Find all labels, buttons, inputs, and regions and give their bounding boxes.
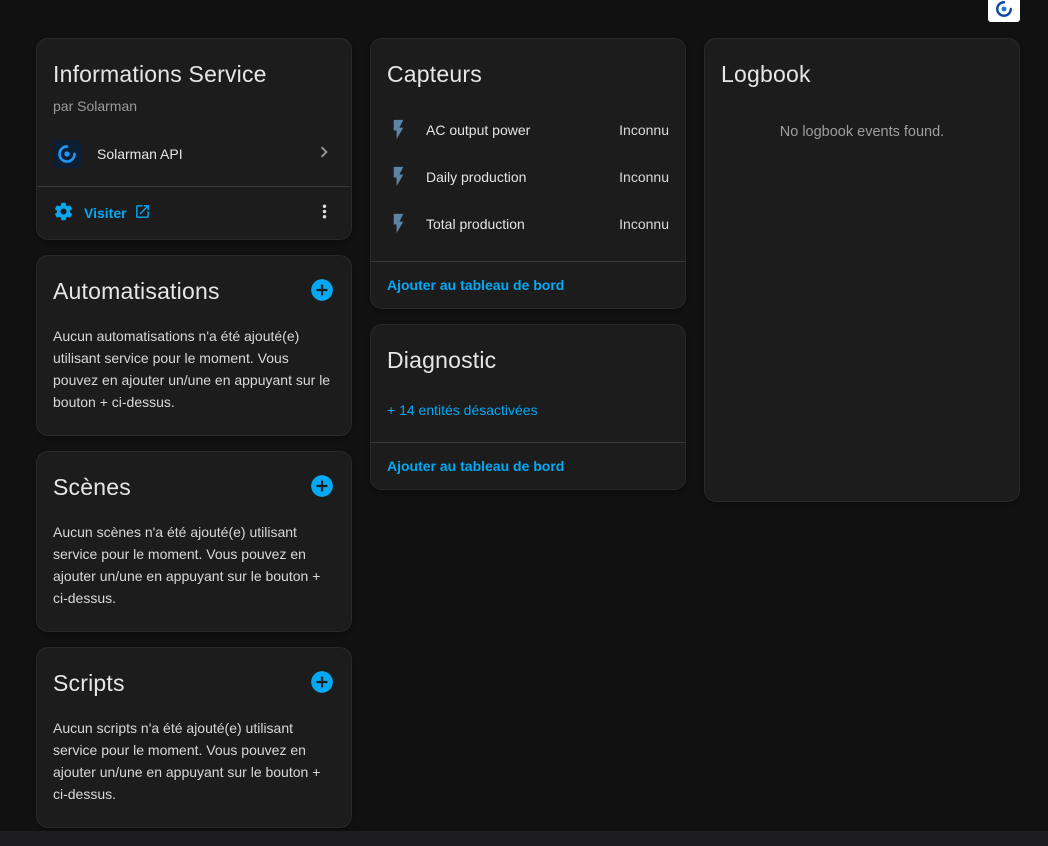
bottom-strip	[0, 831, 1048, 846]
diagnostic-add-to-dashboard-button[interactable]: Ajouter au tableau de bord	[371, 442, 685, 489]
service-info-title: Informations Service	[53, 61, 267, 88]
solarman-logo-icon	[995, 0, 1013, 23]
diagnostic-title: Diagnostic	[387, 347, 496, 374]
plus-circle-icon	[309, 473, 335, 502]
scenes-title: Scènes	[53, 474, 131, 501]
automations-title: Automatisations	[53, 278, 220, 305]
scripts-empty-text: Aucun scripts n'a été ajouté(e) utilisan…	[37, 707, 351, 827]
logbook-header: Logbook	[705, 39, 1019, 98]
scripts-title: Scripts	[53, 670, 125, 697]
automations-card: Automatisations Aucun automatisations n'…	[36, 255, 352, 436]
diagnostic-card: Diagnostic + 14 entités désactivées Ajou…	[370, 324, 686, 490]
integration-row-solarman-api[interactable]: Solarman API	[45, 132, 343, 176]
add-scene-button[interactable]	[309, 475, 335, 501]
plus-circle-icon	[309, 277, 335, 306]
add-script-button[interactable]	[309, 671, 335, 697]
diagnostic-header: Diagnostic	[371, 325, 685, 384]
gear-icon	[53, 201, 74, 225]
service-info-header: Informations Service	[37, 39, 351, 98]
integration-name: Solarman API	[97, 146, 297, 162]
sensor-name: AC output power	[426, 122, 603, 138]
open-in-new-icon	[134, 203, 151, 223]
service-info-subtitle: par Solarman	[37, 98, 351, 114]
logbook-empty-text: No logbook events found.	[705, 98, 1019, 140]
visit-link[interactable]: Visiter	[84, 203, 151, 223]
scenes-empty-text: Aucun scènes n'a été ajouté(e) utilisant…	[37, 511, 351, 631]
add-automation-button[interactable]	[309, 279, 335, 305]
sensor-rows: AC output power Inconnu Daily production…	[371, 98, 685, 261]
flash-icon	[387, 118, 410, 141]
sensor-state: Inconnu	[619, 169, 669, 185]
left-column: Informations Service par Solarman Solarm…	[36, 38, 352, 828]
logbook-card: Logbook No logbook events found.	[704, 38, 1020, 502]
sensor-name: Daily production	[426, 169, 603, 185]
flash-icon	[387, 165, 410, 188]
logbook-title: Logbook	[721, 61, 811, 88]
sensor-row-daily-production[interactable]: Daily production Inconnu	[371, 153, 685, 200]
sensors-title: Capteurs	[387, 61, 482, 88]
automations-empty-text: Aucun automatisations n'a été ajouté(e) …	[37, 315, 351, 435]
middle-column: Capteurs AC output power Inconnu Daily p…	[370, 38, 686, 490]
sensors-card: Capteurs AC output power Inconnu Daily p…	[370, 38, 686, 309]
sensors-header: Capteurs	[371, 39, 685, 98]
sensors-add-to-dashboard-button[interactable]: Ajouter au tableau de bord	[371, 261, 685, 308]
settings-gear-button[interactable]	[49, 197, 78, 229]
solarman-icon	[53, 140, 81, 168]
service-info-card: Informations Service par Solarman Solarm…	[36, 38, 352, 240]
sensor-state: Inconnu	[619, 216, 669, 232]
scenes-header: Scènes	[37, 452, 351, 511]
device-page-columns: Informations Service par Solarman Solarm…	[0, 0, 1048, 828]
scenes-card: Scènes Aucun scènes n'a été ajouté(e) ut…	[36, 451, 352, 632]
flash-icon	[387, 212, 410, 235]
scripts-card: Scripts Aucun scripts n'a été ajouté(e) …	[36, 647, 352, 828]
sensor-row-ac-output-power[interactable]: AC output power Inconnu	[371, 106, 685, 153]
automations-header: Automatisations	[37, 256, 351, 315]
sensor-row-total-production[interactable]: Total production Inconnu	[371, 200, 685, 247]
overflow-menu-button[interactable]	[310, 197, 339, 229]
scripts-header: Scripts	[37, 648, 351, 707]
dots-vertical-icon	[314, 201, 335, 225]
visit-link-label: Visiter	[84, 205, 127, 221]
disabled-entities-link[interactable]: + 14 entités désactivées	[371, 384, 685, 442]
sensor-name: Total production	[426, 216, 603, 232]
service-info-actions: Visiter	[37, 186, 351, 239]
sensor-state: Inconnu	[619, 122, 669, 138]
brand-logo-box	[988, 0, 1020, 22]
plus-circle-icon	[309, 669, 335, 698]
chevron-right-icon	[313, 141, 335, 168]
right-column: Logbook No logbook events found.	[704, 38, 1020, 502]
